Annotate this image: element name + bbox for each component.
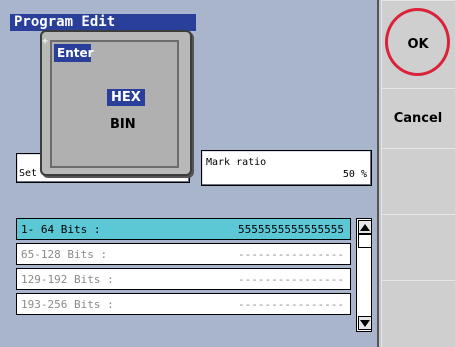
bits-row-value: ----------------	[238, 248, 344, 261]
mark-ratio-value: 50 %	[342, 169, 367, 180]
main-panel: Program Edit Set Mark ratio 50 % 1- 64 B…	[0, 0, 377, 347]
bits-row[interactable]: 129-192 Bits : ----------------	[16, 268, 351, 290]
bits-row-value: 5555555555555555	[238, 223, 344, 236]
enter-format-popup: Enter HEX BIN	[40, 30, 192, 176]
mark-ratio-field[interactable]: Mark ratio 50 %	[201, 150, 372, 186]
bits-row[interactable]: 65-128 Bits : ----------------	[16, 243, 351, 265]
bits-row[interactable]: 193-256 Bits : ----------------	[16, 293, 351, 315]
option-bin[interactable]: BIN	[110, 117, 136, 132]
popup-body: Enter HEX BIN	[50, 40, 179, 168]
program-edit-screen: Program Edit Set Mark ratio 50 % 1- 64 B…	[0, 0, 455, 347]
window-title: Program Edit	[10, 14, 196, 31]
scroll-thumb[interactable]	[358, 234, 372, 248]
side-blank-button-1[interactable]	[381, 148, 455, 215]
bits-row-value: ----------------	[238, 273, 344, 286]
bits-scrollbar[interactable]	[356, 218, 372, 332]
triangle-up-icon	[360, 223, 370, 231]
bits-row-label: 65-128 Bits :	[21, 248, 108, 261]
triangle-down-icon	[360, 319, 370, 327]
scroll-up-button[interactable]	[358, 220, 372, 234]
popup-title: Enter	[54, 44, 94, 62]
plus-icon: +	[42, 36, 49, 47]
bits-row[interactable]: 1- 64 Bits : 5555555555555555	[16, 218, 351, 240]
scroll-down-button[interactable]	[358, 316, 372, 330]
side-button-panel: OK Cancel	[377, 0, 455, 347]
bits-row-label: 129-192 Bits :	[21, 273, 114, 286]
ok-button[interactable]: OK	[381, 0, 455, 89]
mark-ratio-label: Mark ratio	[206, 157, 267, 168]
bits-row-label: 193-256 Bits :	[21, 298, 114, 311]
bits-row-label: 1- 64 Bits :	[21, 223, 101, 236]
option-hex[interactable]: HEX	[107, 89, 145, 106]
cancel-button[interactable]: Cancel	[381, 88, 455, 149]
side-blank-button-2[interactable]	[381, 214, 455, 281]
side-blank-button-3[interactable]	[381, 280, 455, 347]
bits-row-value: ----------------	[238, 298, 344, 311]
set-label: Set	[19, 168, 38, 179]
bits-list: 1- 64 Bits : 5555555555555555 65-128 Bit…	[16, 218, 355, 332]
